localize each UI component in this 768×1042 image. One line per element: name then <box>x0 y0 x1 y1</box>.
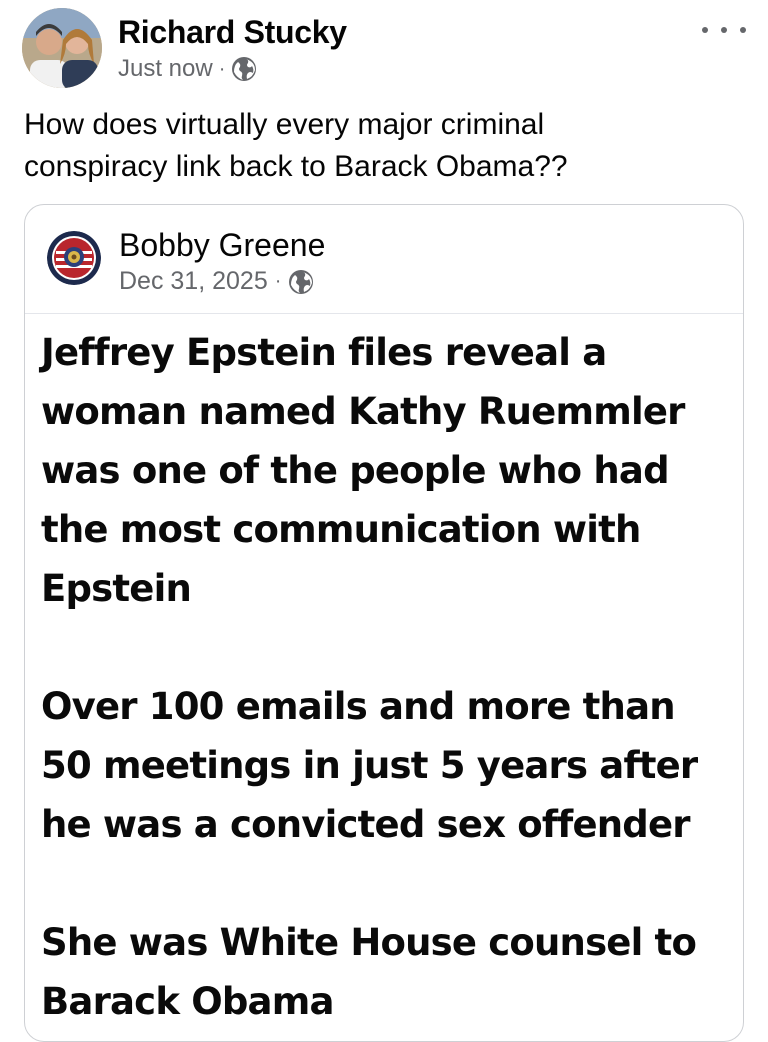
post-meta: Just now · <box>118 54 257 84</box>
meta-separator: · <box>274 270 282 292</box>
author-name[interactable]: Richard Stucky <box>118 14 347 50</box>
patriot-badge-icon <box>47 231 101 285</box>
author-avatar[interactable] <box>22 8 102 88</box>
globe-icon[interactable] <box>231 56 257 82</box>
more-dot-icon <box>702 27 708 33</box>
shared-post-meta: Dec 31, 2025 · <box>119 267 314 296</box>
shared-post-date[interactable]: Dec 31, 2025 <box>119 267 268 296</box>
shared-post-header: Bobby Greene Dec 31, 2025 · <box>25 205 743 314</box>
more-options-button[interactable] <box>702 18 746 42</box>
meme-paragraph: She was White House counsel to Barack Ob… <box>41 921 697 1023</box>
globe-icon[interactable] <box>288 269 314 295</box>
more-dot-icon <box>740 27 746 33</box>
shared-post-card[interactable]: Bobby Greene Dec 31, 2025 · Jeffrey Epst… <box>24 204 744 1042</box>
post-text: How does virtually every major criminal … <box>24 108 568 183</box>
shared-author-avatar[interactable] <box>47 231 101 285</box>
post-header: Richard Stucky Just now · <box>22 8 746 88</box>
meta-separator: · <box>218 57 226 80</box>
shared-author-name[interactable]: Bobby Greene <box>119 227 325 263</box>
shared-post-image-text[interactable]: Jeffrey Epstein files reveal a woman nam… <box>41 323 741 1031</box>
more-dot-icon <box>721 27 727 33</box>
meme-paragraph: Over 100 emails and more than 50 meeting… <box>41 685 698 846</box>
post-timestamp[interactable]: Just now <box>118 55 213 83</box>
avatar-photo-icon <box>22 8 102 88</box>
meme-paragraph: Jeffrey Epstein files reveal a woman nam… <box>41 331 685 610</box>
